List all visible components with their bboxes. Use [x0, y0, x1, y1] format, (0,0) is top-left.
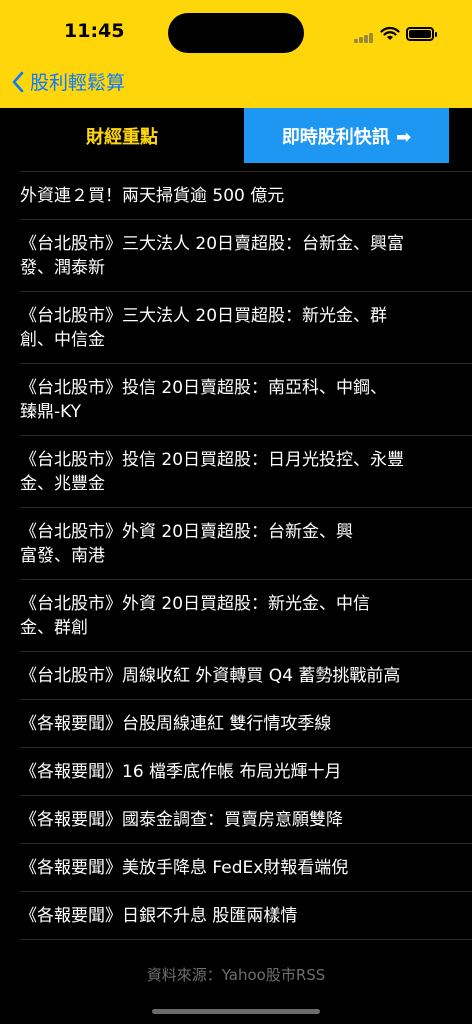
news-headline-line: 《台北股市》投信 20日買超股：日月光投控、永豐	[20, 450, 405, 470]
chevron-left-icon	[12, 71, 24, 92]
news-list-item[interactable]: 《台北股市》外資 20日賣超股：台新金、興 富發、南港	[20, 507, 472, 579]
news-headline-line: 《台北股市》外資 20日買超股：新光金、中信	[20, 594, 371, 614]
news-list-item[interactable]: 《各報要聞》國泰金調查：買賣房意願雙降	[20, 795, 472, 843]
news-list-item[interactable]: 《台北股市》三大法人 20日買超股：新光金、群 創、中信金	[20, 291, 472, 363]
news-list-item[interactable]: 《台北股市》三大法人 20日賣超股：台新金、興富 發、潤泰新	[20, 219, 472, 291]
news-headline-line: 《各報要聞》日銀不升息 股匯兩樣情	[20, 906, 298, 926]
status-icons	[354, 24, 437, 43]
back-button[interactable]: 股利輕鬆算	[12, 68, 125, 95]
news-headline-line: 金、群創	[20, 618, 88, 638]
news-headline-line: 臻鼎-KY	[20, 402, 82, 422]
news-list-item[interactable]: 《台北股市》外資 20日買超股：新光金、中信 金、群創	[20, 579, 472, 651]
news-list-item[interactable]: 外資連２買！兩天掃貨逾 500 億元	[20, 171, 472, 219]
battery-icon	[406, 26, 437, 41]
news-list-item[interactable]: 《各報要聞》16 檔季底作帳 布局光輝十月	[20, 747, 472, 795]
news-headline-line: 外資連２買！兩天掃貨逾 500 億元	[20, 186, 285, 206]
news-headline-line: 創、中信金	[20, 330, 105, 350]
news-list-item[interactable]: 《各報要聞》日銀不升息 股匯兩樣情	[20, 891, 472, 939]
tab-realtime-dividend-news[interactable]: 即時股利快訊 ➡	[244, 108, 449, 163]
news-headline-line: 《台北股市》三大法人 20日賣超股：台新金、興富	[20, 234, 405, 254]
data-source-footer: 資料來源：Yahoo股市RSS	[146, 966, 326, 984]
dynamic-island	[168, 13, 304, 53]
list-divider	[20, 939, 472, 940]
news-headline-line: 《台北股市》投信 20日賣超股：南亞科、中鋼、	[20, 378, 388, 398]
news-headline-line: 《台北股市》周線收紅 外資轉買 Q4 蓄勢挑戰前高	[20, 666, 401, 686]
news-list-item[interactable]: 《各報要聞》台股周線連紅 雙行情攻季線	[20, 699, 472, 747]
wifi-icon	[380, 26, 400, 40]
news-headline-line: 金、兆豐金	[20, 474, 105, 494]
news-list-item[interactable]: 《台北股市》投信 20日買超股：日月光投控、永豐 金、兆豐金	[20, 435, 472, 507]
news-headline-line: 《各報要聞》台股周線連紅 雙行情攻季線	[20, 714, 332, 734]
news-headline-line: 《各報要聞》國泰金調查：買賣房意願雙降	[20, 810, 343, 830]
home-indicator	[152, 1009, 320, 1014]
news-headline-line: 《台北股市》外資 20日賣超股：台新金、興	[20, 522, 354, 542]
news-headline-line: 《各報要聞》美放手降息 FedEx財報看端倪	[20, 858, 349, 878]
news-list-item[interactable]: 《各報要聞》美放手降息 FedEx財報看端倪	[20, 843, 472, 891]
back-button-label: 股利輕鬆算	[30, 72, 126, 94]
news-headline-line: 《各報要聞》16 檔季底作帳 布局光輝十月	[20, 762, 342, 782]
status-time: 11:45	[64, 20, 125, 42]
news-list: 外資連２買！兩天掃貨逾 500 億元《台北股市》三大法人 20日賣超股：台新金、…	[20, 171, 472, 940]
news-headline-line: 富發、南港	[20, 546, 105, 566]
tab-financial-highlights[interactable]: 財經重點	[0, 108, 244, 163]
news-headline-line: 發、潤泰新	[20, 258, 105, 278]
news-list-item[interactable]: 《台北股市》周線收紅 外資轉買 Q4 蓄勢挑戰前高	[20, 651, 472, 699]
news-headline-line: 《台北股市》三大法人 20日買超股：新光金、群	[20, 306, 388, 326]
news-list-item[interactable]: 《台北股市》投信 20日賣超股：南亞科、中鋼、 臻鼎-KY	[20, 363, 472, 435]
app-header: 11:45 股利輕鬆算	[0, 0, 472, 108]
cellular-signal-icon	[354, 24, 374, 43]
